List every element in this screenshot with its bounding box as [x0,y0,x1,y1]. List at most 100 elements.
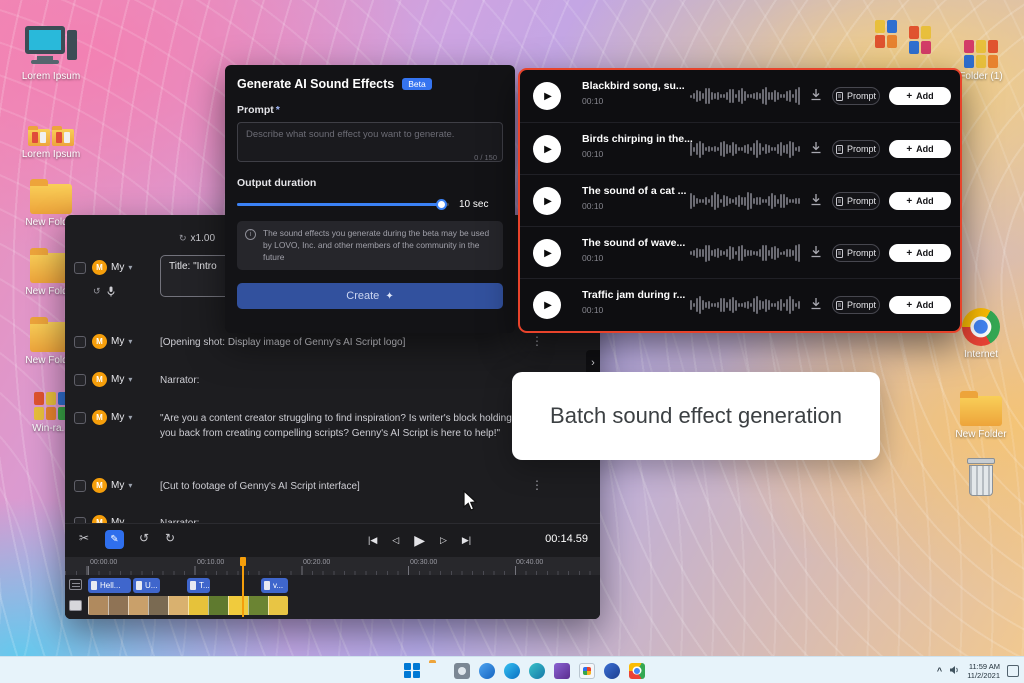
row-checkbox[interactable] [74,374,86,386]
desktop-icon-new-folder-right[interactable]: New Folder [944,380,1018,440]
plus-icon: + [906,247,913,259]
download-icon[interactable] [810,245,822,263]
timeline-clip[interactable]: T... [187,578,210,593]
script-row: M My ▾ [Cut to footage of Genny's AI Scr… [65,477,600,503]
undo-icon[interactable]: ↺ [139,531,149,545]
timeline-clip[interactable]: Hell... [88,578,131,593]
ruler-label: 00:30.00 [410,559,438,566]
play-button[interactable]: ▶ [533,135,561,163]
speaker-chip[interactable]: M My ▾ [92,410,132,425]
waveform[interactable] [690,190,802,212]
prompt-input[interactable] [237,122,503,162]
store-icon[interactable] [604,662,620,679]
waveform[interactable] [690,138,802,160]
slider-thumb[interactable] [435,199,447,210]
draw-tool-icon[interactable]: ✎ [105,530,124,549]
duration-slider[interactable] [237,198,449,210]
timeline-ruler[interactable]: 00:00.00 00:10.00 00:20.00 00:30.00 00:4… [65,557,600,575]
download-icon[interactable] [810,297,822,315]
desktop-icon-lorem-folders[interactable]: Lorem Ipsum [14,100,88,160]
sfx-duration: 00:10 [582,96,604,106]
camera-icon[interactable] [454,662,470,679]
audio-track: Hell... U... T... v... [65,576,600,594]
required-mark: * [275,104,280,116]
file-explorer-icon[interactable] [429,663,445,679]
kebab-menu-icon[interactable]: ⋮ [531,478,543,492]
prompt-button[interactable]: Prompt [832,140,880,158]
frame-back-button[interactable]: ◁ [392,535,399,546]
sfx-title: The sound of a cat ... [582,185,687,197]
volume-icon[interactable] [949,662,960,680]
waveform[interactable] [690,294,802,316]
timeline-toolbar: ✂ ✎ ↺ ↻ |◀ ◁ ▶ ▷ ▶| 00:14.59 [65,524,600,556]
play-button[interactable]: ▶ [533,291,561,319]
chrome-icon[interactable] [629,662,645,679]
sfx-duration: 00:10 [582,253,604,263]
row-checkbox[interactable] [74,262,86,274]
play-button[interactable]: ▶ [533,82,561,110]
prompt-button[interactable]: Prompt [832,87,880,105]
plus-icon: + [906,299,913,311]
add-button[interactable]: + Add [889,192,951,210]
notification-center-icon[interactable] [1007,664,1019,677]
tray-chevron-icon[interactable]: ^ [937,666,942,676]
create-button[interactable]: Create ✦ [237,283,503,310]
row-checkbox[interactable] [74,336,86,348]
regenerate-icon[interactable]: ↺ [93,286,101,297]
browser-icon[interactable] [479,662,495,679]
add-button[interactable]: + Add [889,87,951,105]
taskbar-clock[interactable]: 11:59 AM 11/2/2021 [967,662,1000,680]
sfx-title: Traffic jam during r... [582,289,686,301]
ruler-label: 00:00.00 [90,559,118,566]
add-button[interactable]: + Add [889,296,951,314]
desktop-icon-archive-b[interactable] [900,14,940,54]
skype-icon[interactable] [529,662,545,679]
edge-icon[interactable] [504,662,520,679]
video-track-icon[interactable] [69,600,82,611]
prompt-button[interactable]: Prompt [832,296,880,314]
speaker-chip[interactable]: M My ▾ [92,372,132,387]
redo-icon[interactable]: ↻ [165,531,175,545]
desktop-icon-computer[interactable]: Lorem Ipsum [14,22,88,82]
mic-icon[interactable] [107,286,115,299]
sfx-result-row: ▶ The sound of a cat ... 00:10 Prompt + … [520,174,960,226]
skip-to-start-button[interactable]: |◀ [368,535,377,546]
waveform[interactable] [690,85,802,107]
kebab-menu-icon[interactable]: ⋮ [531,334,543,348]
photos-icon[interactable] [579,662,595,679]
start-button[interactable] [404,662,420,679]
timeline-clip[interactable]: v... [261,578,288,593]
prompt-label: Prompt [237,104,274,116]
speaker-chip[interactable]: M My ▾ [92,260,132,275]
add-button[interactable]: + Add [889,244,951,262]
waveform[interactable] [690,242,802,264]
timeline-clip[interactable]: U... [133,578,160,593]
zoom-level[interactable]: ↻ x1.00 [179,233,215,244]
avatar: M [92,372,107,387]
row-checkbox[interactable] [74,480,86,492]
play-button[interactable]: ▶ [533,187,561,215]
split-tool-icon[interactable]: ✂ [79,531,89,545]
download-icon[interactable] [810,141,822,159]
sfx-duration: 00:10 [582,201,604,211]
play-button[interactable]: ▶ [533,239,561,267]
skip-to-end-button[interactable]: ▶| [462,535,471,546]
play-button[interactable]: ▶ [414,532,425,549]
play-icon: ▶ [544,195,552,207]
add-button[interactable]: + Add [889,140,951,158]
frame-forward-button[interactable]: ▷ [440,535,447,546]
desktop-icon-recycle-bin[interactable] [944,452,1018,498]
video-filmstrip[interactable] [88,596,288,615]
prompt-button[interactable]: Prompt [832,244,880,262]
speaker-chip[interactable]: M My ▾ [92,478,132,493]
download-icon[interactable] [810,193,822,211]
prompt-button[interactable]: Prompt [832,192,880,210]
folders-icon [14,100,88,146]
speaker-chip[interactable]: M My ▾ [92,334,132,349]
avatar: M [92,478,107,493]
playhead[interactable] [240,557,246,617]
row-checkbox[interactable] [74,412,86,424]
office-icon[interactable] [554,662,570,679]
play-icon: ▶ [544,143,552,155]
download-icon[interactable] [810,88,822,106]
